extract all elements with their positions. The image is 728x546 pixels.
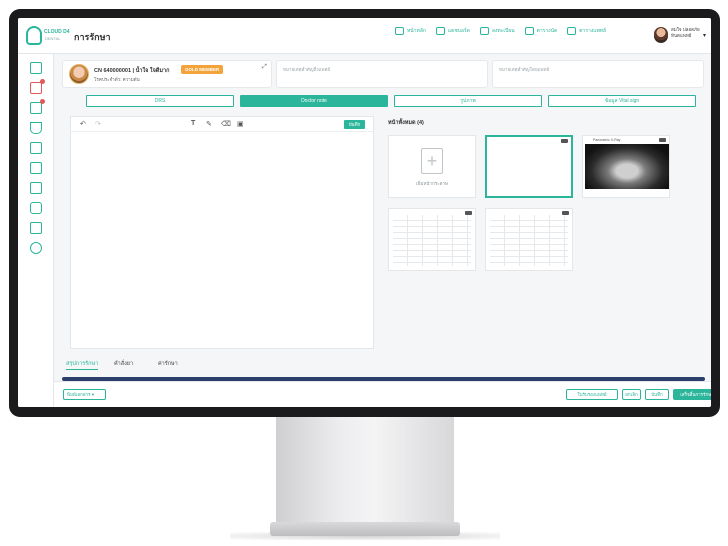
tab-doctor-note[interactable]: Doctor note	[240, 95, 388, 107]
sidebar-item-settings[interactable]	[30, 242, 42, 254]
important-note-field[interactable]: หมายเหตุสำคัญถึงแพทย์	[276, 60, 488, 88]
top-bar: CLOUD D4 DENTAL การรักษา หน้าหลัก แดชบอร…	[18, 18, 711, 54]
patient-card: CN 640000001 | น้ำใจ ใจดีมาก GOLD MEMBER…	[62, 60, 272, 88]
tab-vital-sign[interactable]: ข้อมูล Vital sign	[548, 95, 696, 107]
avatar	[654, 27, 668, 43]
tab-treatment-fee[interactable]: ค่ารักษา	[158, 360, 178, 368]
xray-image	[585, 144, 669, 189]
undo-icon[interactable]: ↶	[80, 120, 86, 128]
redo-icon[interactable]: ↷	[95, 120, 101, 128]
chevron-down-icon: ▾	[703, 33, 707, 39]
page-thumbnail-form[interactable]	[485, 208, 573, 271]
editor-toolbar: ↶ ↷ T ✎ ⌫ ▣ บันทึก	[71, 117, 373, 132]
sidebar-item-appointments[interactable]	[30, 99, 45, 114]
more-icon[interactable]	[465, 211, 472, 215]
tooth-icon	[26, 26, 42, 45]
doctor-note-placeholder: หมายเหตุสำคัญโดยแพทย์	[499, 67, 550, 72]
monitor-stand	[276, 412, 454, 530]
monitor-stand-base	[270, 522, 460, 536]
sidebar-item-overview[interactable]	[30, 62, 42, 74]
document-preview	[393, 215, 471, 266]
user-name-line1: สมใจ ปลอดภัย	[671, 27, 700, 32]
screen: CLOUD D4 DENTAL การรักษา หน้าหลัก แดชบอร…	[18, 18, 711, 407]
home-icon	[395, 27, 404, 35]
notification-dot	[40, 99, 45, 104]
tab-treatment-summary[interactable]: สรุปการรักษา	[66, 360, 99, 370]
add-page-card[interactable]: + เพิ่มหน้ากระดาษ	[388, 135, 476, 198]
user-role: ทันตแพทย์	[671, 33, 692, 38]
id-card-icon	[479, 27, 489, 35]
text-tool-icon[interactable]: T	[191, 120, 195, 127]
medical-certificate-button[interactable]: ใบรับรองแพทย์	[566, 389, 618, 400]
nav-dashboard[interactable]: แดชบอร์ด	[435, 27, 470, 35]
tab-prescription[interactable]: คำสั่งยา	[114, 360, 133, 368]
page-title: การรักษา	[74, 32, 111, 42]
page-thumbnail-xray[interactable]: Panoramic X-Ray	[582, 135, 670, 198]
eraser-icon[interactable]: ⌫	[221, 120, 231, 128]
user-menu[interactable]: สมใจ ปลอดภัย ทันตแพทย์ ▾	[654, 26, 709, 46]
sidebar-item-reports[interactable]	[30, 222, 42, 234]
doctor-note-field[interactable]: หมายเหตุสำคัญโดยแพทย์	[492, 60, 704, 88]
patient-condition: โรคประจำตัว: ความดัน	[94, 77, 140, 82]
sidebar-item-apps[interactable]	[30, 162, 42, 174]
more-icon[interactable]	[659, 138, 666, 142]
patient-photo	[69, 64, 89, 84]
tab-images[interactable]: รูปภาพ	[394, 95, 542, 107]
doctor-icon	[567, 27, 577, 35]
nav-home[interactable]: หน้าหลัก	[395, 27, 426, 35]
sidebar-item-treatment[interactable]	[30, 79, 45, 94]
app-logo[interactable]: CLOUD D4 DENTAL	[26, 26, 70, 46]
image-icon[interactable]: ▣	[237, 120, 244, 128]
nav-register[interactable]: ลงทะเบียน	[479, 27, 515, 35]
editor-save-button[interactable]: บันทึก	[344, 120, 365, 129]
calendar-user-icon	[524, 27, 534, 35]
add-page-label: เพิ่มหน้ากระดาษ	[415, 181, 448, 186]
save-button[interactable]: บันทึก	[645, 389, 669, 400]
nav-doctor-schedule[interactable]: ตารางแพทย์	[567, 27, 606, 35]
nav-label: ลงทะเบียน	[491, 28, 515, 34]
xray-caption: Panoramic X-Ray	[593, 138, 621, 142]
expand-icon[interactable]: ⤢	[262, 64, 267, 71]
note-editor[interactable]: ↶ ↷ T ✎ ⌫ ▣ บันทึก	[70, 116, 374, 349]
print-select-label: พิมพ์เอกสาร	[67, 392, 91, 397]
tab-drs[interactable]: DRS	[86, 95, 234, 107]
pen-icon[interactable]: ✎	[206, 120, 212, 128]
sidebar-item-clinic[interactable]	[30, 182, 42, 194]
action-footer: พิมพ์เอกสาร ▾ ใบรับรองแพทย์ ยกเลิก บันทึ…	[54, 381, 711, 407]
user-name: สมใจ ปลอดภัย ทันตแพทย์	[671, 27, 700, 39]
finish-treatment-button[interactable]: เสร็จสิ้นการรักษา	[673, 389, 711, 400]
nav-label: ตารางแพทย์	[579, 28, 607, 34]
nav-appointments[interactable]: ตารางนัด	[524, 27, 558, 35]
brand-name: CLOUD D4	[44, 29, 70, 35]
nav-label: ตารางนัด	[536, 28, 558, 34]
nav-label: หน้าหลัก	[407, 28, 426, 34]
notification-dot	[40, 79, 45, 84]
chart-icon	[435, 27, 445, 35]
sidebar	[18, 54, 54, 407]
pages-title: หน้าทั้งหมด (4)	[388, 120, 424, 126]
page-thumbnail-form[interactable]	[388, 208, 476, 271]
print-document-select[interactable]: พิมพ์เอกสาร ▾	[63, 389, 106, 400]
main-nav: หน้าหลัก แดชบอร์ด ลงทะเบียน ตารางนัด ตาร…	[395, 27, 606, 35]
document-preview	[490, 215, 568, 266]
page-thumbnail-blank[interactable]	[485, 135, 573, 198]
important-note-placeholder: หมายเหตุสำคัญถึงแพทย์	[283, 67, 331, 72]
sidebar-item-inventory[interactable]	[30, 202, 42, 214]
patient-name: CN 640000001 | น้ำใจ ใจดีมาก	[94, 68, 170, 74]
sidebar-item-documents[interactable]	[30, 142, 42, 154]
sidebar-item-lab[interactable]	[30, 122, 42, 134]
add-page-icon: +	[421, 148, 443, 174]
nav-label: แดชบอร์ด	[447, 28, 470, 34]
member-badge: GOLD MEMBER	[181, 65, 224, 74]
more-icon[interactable]	[562, 211, 569, 215]
cancel-button[interactable]: ยกเลิก	[622, 389, 641, 400]
more-icon[interactable]	[561, 139, 568, 143]
brand-sub: DENTAL	[45, 36, 61, 41]
